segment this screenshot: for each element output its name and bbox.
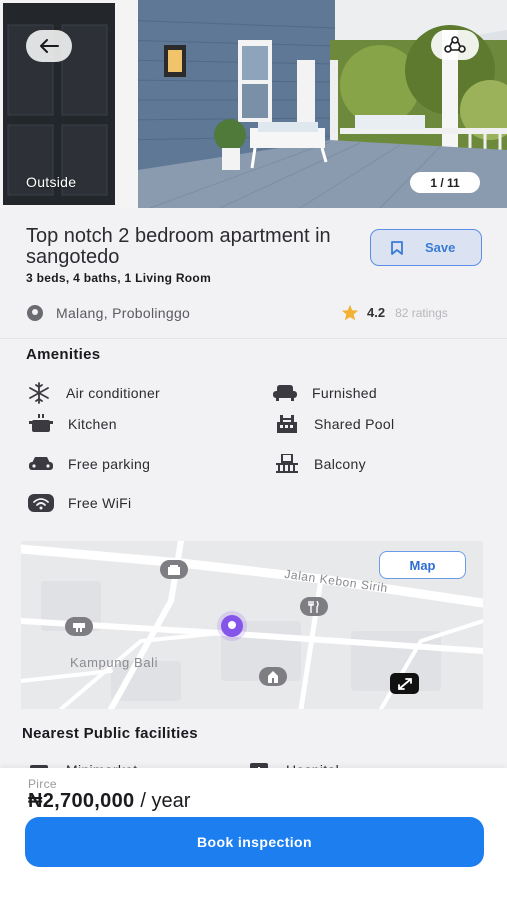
amenities-title: Amenities [26, 346, 101, 363]
location-text: Malang, Probolinggo [56, 305, 191, 321]
booking-bar: Pirce ₦2,700,000/ year Book inspection [0, 768, 507, 900]
bookmark-icon [391, 240, 403, 255]
map-pin-restaurant[interactable] [300, 597, 328, 616]
photo-counter: 1 / 11 [410, 172, 480, 193]
map-pin-store[interactable] [65, 617, 93, 636]
arrow-left-icon [40, 39, 59, 53]
listing-title: Top notch 2 bedroom apartment in sangote… [26, 225, 331, 268]
amenity-label: Free WiFi [68, 495, 132, 511]
share-button[interactable] [431, 30, 479, 60]
price-label: Pirce [28, 777, 57, 791]
amenity-free-wifi: Free WiFi [28, 493, 131, 513]
amenity-label: Furnished [312, 385, 377, 401]
back-button[interactable] [26, 30, 72, 62]
pot-icon [29, 414, 53, 432]
expand-icon [397, 677, 412, 690]
location: Malang, Probolinggo [26, 304, 190, 322]
amenity-free-parking: Free parking [28, 454, 150, 474]
location-pin-icon [27, 305, 43, 321]
save-button[interactable]: Save [370, 229, 482, 266]
wifi-icon [28, 494, 54, 512]
snowflake-icon [29, 382, 49, 404]
balcony-icon [276, 454, 298, 473]
amenity-air-conditioner: Air conditioner [26, 382, 160, 404]
price-amount: ₦2,700,000 [28, 790, 135, 812]
amenity-label: Shared Pool [314, 416, 395, 432]
star-icon [341, 304, 359, 321]
amenity-kitchen: Kitchen [28, 414, 117, 434]
store-icon [73, 622, 85, 632]
photo-caption: Outside [26, 174, 77, 190]
amenity-label: Balcony [314, 456, 366, 472]
price: ₦2,700,000/ year [28, 790, 190, 813]
amenity-label: Air conditioner [66, 385, 160, 401]
listing-info: Top notch 2 bedroom apartment in sangote… [0, 208, 507, 338]
car-icon [29, 457, 53, 470]
current-location-marker[interactable] [221, 615, 243, 637]
amenity-shared-pool: Shared Pool [274, 414, 394, 434]
rating-value: 4.2 [367, 305, 386, 320]
listing-subtitle: 3 beds, 4 baths, 1 Living Room [26, 271, 212, 285]
facilities-title: Nearest Public facilities [22, 725, 198, 742]
save-label: Save [425, 240, 456, 255]
rating: 4.2 82 ratings [341, 304, 448, 321]
map-area-label: Kampung Bali [70, 655, 159, 670]
shop-icon [168, 564, 180, 575]
amenity-label: Kitchen [68, 416, 117, 432]
map-pin-building[interactable] [259, 667, 287, 686]
share-icon [444, 36, 466, 53]
fork-knife-icon [308, 600, 319, 613]
amenity-label: Free parking [68, 456, 151, 472]
building-icon [268, 670, 278, 683]
open-map-button[interactable]: Map [379, 551, 466, 579]
sofa-icon [273, 385, 297, 401]
amenity-furnished: Furnished [272, 383, 377, 403]
book-inspection-button[interactable]: Book inspection [25, 817, 484, 867]
hero-photo[interactable]: Outside 1 / 11 [0, 0, 507, 208]
rating-count: 82 ratings [395, 305, 448, 320]
pool-icon [277, 415, 297, 433]
expand-map-button[interactable] [390, 673, 419, 694]
price-period: / year [140, 790, 191, 812]
amenity-balcony: Balcony [274, 454, 366, 474]
map-pin-shop[interactable] [160, 560, 188, 579]
